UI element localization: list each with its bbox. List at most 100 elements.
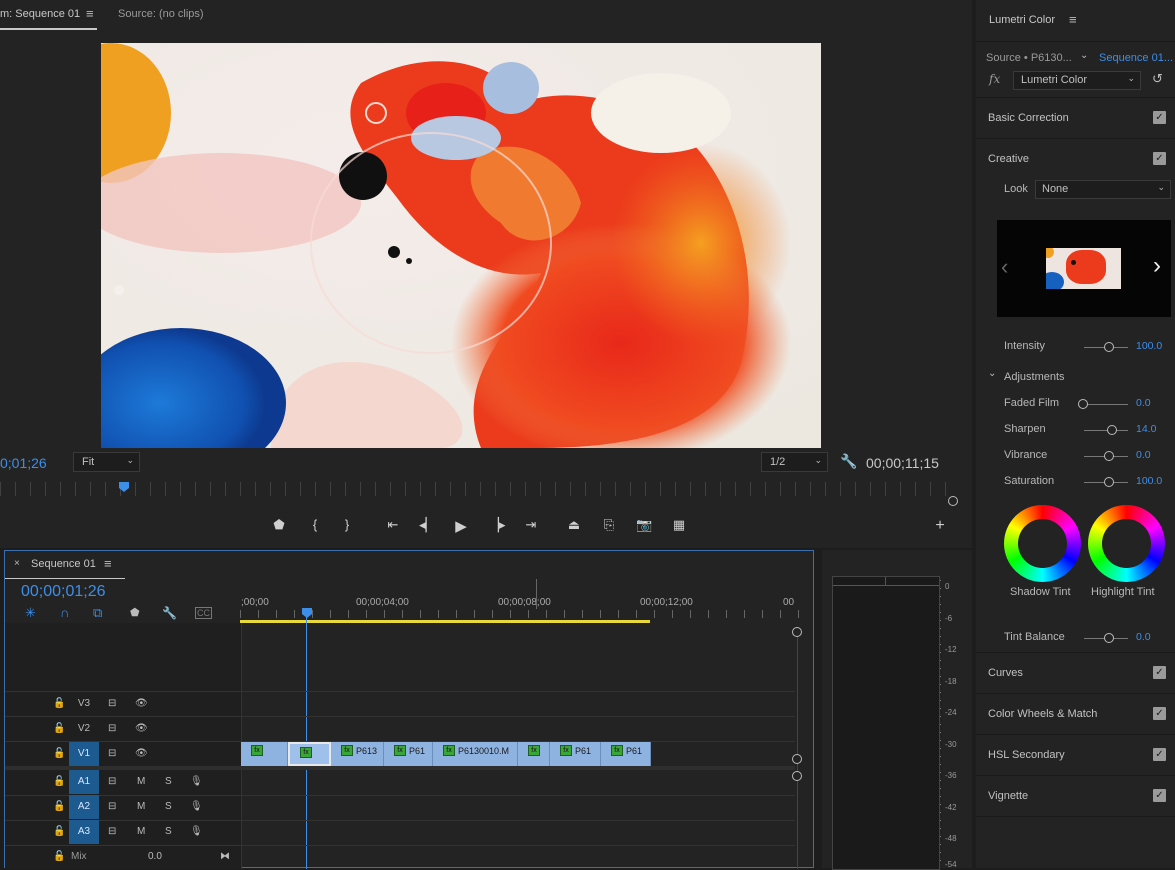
panel-menu-icon[interactable]: ≡ xyxy=(1069,12,1077,27)
chevron-down-icon[interactable]: ⌄ xyxy=(988,368,996,379)
chevron-down-icon[interactable]: ⌄ xyxy=(1080,50,1088,61)
clip-selected[interactable]: fx xyxy=(288,742,331,766)
work-area-bar[interactable] xyxy=(240,620,650,623)
lock-icon[interactable]: 🔓 xyxy=(53,770,65,794)
clip[interactable]: fx P61 xyxy=(550,742,601,766)
scroll-handle-bottom[interactable] xyxy=(792,754,802,764)
sharpen-slider[interactable]: Sharpen 14.0 xyxy=(976,420,1175,440)
zoom-handle[interactable] xyxy=(948,496,958,506)
add-marker-icon[interactable]: ⬟ xyxy=(271,517,287,533)
section-hsl-secondary[interactable]: HSL Secondary ✓ xyxy=(976,734,1175,775)
solo-icon[interactable]: S xyxy=(165,820,172,844)
section-color-wheels[interactable]: Color Wheels & Match ✓ xyxy=(976,693,1175,734)
tint-balance-slider[interactable]: Tint Balance 0.0 xyxy=(976,628,1175,648)
slider-value[interactable]: 0.0 xyxy=(1136,397,1151,409)
slider-knob[interactable] xyxy=(1078,399,1088,409)
go-to-out-icon[interactable]: ⇥ xyxy=(523,517,539,533)
slider-track[interactable] xyxy=(1084,430,1128,431)
track-label[interactable]: V3 xyxy=(69,692,99,716)
timeline-ruler[interactable]: ;00;00 00;00;04;00 00;00;08;00 00;00;12;… xyxy=(240,579,800,623)
tab-program[interactable]: m: Sequence 01 ≡ xyxy=(0,0,97,30)
linked-selection-icon[interactable]: ⧉ xyxy=(93,605,102,621)
lock-icon[interactable]: 🔓 xyxy=(53,820,65,844)
checkbox-icon[interactable]: ✓ xyxy=(1153,789,1166,802)
add-button-icon[interactable]: + xyxy=(932,517,948,535)
step-back-icon[interactable]: ◂▏ xyxy=(419,517,436,533)
captions-icon[interactable]: CC xyxy=(195,607,212,619)
sync-lock-icon[interactable]: ⊟ xyxy=(108,795,116,819)
program-timecode-current[interactable]: 0;01;26 xyxy=(0,455,47,471)
eye-icon[interactable]: 👁 xyxy=(135,742,148,766)
microphone-icon[interactable]: 🎙 xyxy=(190,770,203,794)
track-label[interactable]: A3 xyxy=(69,820,99,844)
nest-sequence-icon[interactable]: ✳ xyxy=(25,605,36,621)
sync-lock-icon[interactable]: ⊟ xyxy=(108,820,116,844)
wrench-icon[interactable]: 🔧 xyxy=(840,453,857,470)
mute-icon[interactable]: M xyxy=(137,795,145,819)
go-to-end-icon[interactable]: ⧓ xyxy=(220,845,230,869)
resolution-dropdown[interactable]: 1/2 ⌄ xyxy=(761,452,828,472)
track-header-v2[interactable]: 🔓 V2 ⊟ 👁 xyxy=(5,717,241,741)
snap-magnet-icon[interactable]: ∩ xyxy=(60,605,69,620)
eye-icon[interactable]: 👁 xyxy=(135,692,148,716)
track-header-a1[interactable]: 🔓 A1 ⊟ M S 🎙 xyxy=(5,770,241,794)
slider-value[interactable]: 100.0 xyxy=(1136,340,1162,352)
mute-icon[interactable]: M xyxy=(137,820,145,844)
sequence-tab-title[interactable]: Sequence 01 xyxy=(31,558,96,570)
lumetri-title[interactable]: Lumetri Color xyxy=(989,14,1055,26)
slider-knob[interactable] xyxy=(1104,633,1114,643)
sync-lock-icon[interactable]: ⊟ xyxy=(108,742,116,766)
chevron-right-icon[interactable]: › xyxy=(1153,252,1161,280)
lock-icon[interactable]: 🔓 xyxy=(53,742,65,766)
clip[interactable]: fx xyxy=(518,742,550,766)
track-label[interactable]: V2 xyxy=(69,717,99,741)
scroll-handle-audio[interactable] xyxy=(792,771,802,781)
reset-icon[interactable]: ↺ xyxy=(1152,71,1163,87)
microphone-icon[interactable]: 🎙 xyxy=(190,820,203,844)
sync-lock-icon[interactable]: ⊟ xyxy=(108,770,116,794)
slider-knob[interactable] xyxy=(1104,342,1114,352)
timeline-timecode[interactable]: 00;00;01;26 xyxy=(21,583,106,601)
play-icon[interactable]: ▶ xyxy=(453,517,469,535)
intensity-slider[interactable]: Intensity 100.0 xyxy=(976,337,1175,357)
checkbox-icon[interactable]: ✓ xyxy=(1153,748,1166,761)
sequence-clip-label[interactable]: Sequence 01... xyxy=(1099,52,1173,64)
fit-dropdown[interactable]: Fit ⌄ xyxy=(73,452,140,472)
effect-select[interactable]: Lumetri Color ⌄ xyxy=(1013,71,1141,90)
look-select[interactable]: None ⌄ xyxy=(1035,180,1171,199)
clip[interactable]: fx P6130010.M xyxy=(433,742,518,766)
adjustments-label[interactable]: Adjustments xyxy=(1004,371,1065,383)
slider-knob[interactable] xyxy=(1107,425,1117,435)
section-vignette[interactable]: Vignette ✓ xyxy=(976,775,1175,817)
track-header-a3[interactable]: 🔓 A3 ⊟ M S 🎙 xyxy=(5,820,241,844)
comparison-view-icon[interactable]: ▦ xyxy=(671,517,687,533)
shadow-tint-wheel[interactable] xyxy=(1004,505,1081,582)
saturation-slider[interactable]: Saturation 100.0 xyxy=(976,472,1175,492)
step-forward-icon[interactable]: ▕▸ xyxy=(489,517,506,533)
sync-lock-icon[interactable]: ⊟ xyxy=(108,717,116,741)
faded-film-slider[interactable]: Faded Film 0.0 xyxy=(976,394,1175,414)
chevron-left-icon[interactable]: ‹ xyxy=(1001,254,1008,280)
solo-icon[interactable]: S xyxy=(165,795,172,819)
clip[interactable]: fx P61 xyxy=(384,742,433,766)
section-basic-correction[interactable]: Basic Correction ✓ xyxy=(976,97,1175,138)
add-marker-icon[interactable]: ⬟ xyxy=(130,606,140,619)
wrench-icon[interactable]: 🔧 xyxy=(162,606,177,620)
lift-icon[interactable]: ⏏ xyxy=(566,517,582,533)
program-ruler[interactable] xyxy=(0,482,955,496)
track-header-v1[interactable]: 🔓 V1 ⊟ 👁 xyxy=(5,742,241,766)
clip[interactable]: fx P61 xyxy=(601,742,651,766)
slider-value[interactable]: 14.0 xyxy=(1136,423,1156,435)
sync-lock-icon[interactable]: ⊟ xyxy=(108,692,116,716)
clip[interactable]: fx xyxy=(241,742,288,766)
section-creative[interactable]: Creative ✓ xyxy=(976,138,1175,179)
track-header-a2[interactable]: 🔓 A2 ⊟ M S 🎙 xyxy=(5,795,241,819)
track-label[interactable]: V1 xyxy=(69,742,99,766)
solo-icon[interactable]: S xyxy=(165,770,172,794)
panel-menu-icon[interactable]: ≡ xyxy=(104,556,112,571)
mute-icon[interactable]: M xyxy=(137,770,145,794)
checkbox-icon[interactable]: ✓ xyxy=(1153,707,1166,720)
clip[interactable]: fx P613 xyxy=(331,742,384,766)
slider-track[interactable] xyxy=(1084,404,1128,405)
source-clip-label[interactable]: Source • P6130... xyxy=(986,52,1072,64)
